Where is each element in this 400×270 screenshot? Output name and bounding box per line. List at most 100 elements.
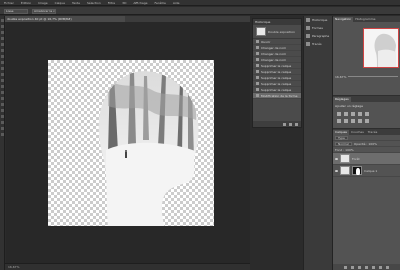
menu-select[interactable]: Sélection xyxy=(87,1,101,5)
panel-history-button[interactable]: Historique xyxy=(304,16,332,24)
layer-row[interactable]: Forêt xyxy=(333,153,400,165)
tab-histogram[interactable]: Histogramme xyxy=(353,17,377,22)
navigator-zoom-value[interactable]: 16,67% xyxy=(335,75,346,79)
tab-paths[interactable]: Tracés xyxy=(366,130,380,135)
gradient-tool-icon[interactable] xyxy=(1,85,4,88)
history-snapshot[interactable]: Double exposition xyxy=(253,25,301,39)
menu-layer[interactable]: Calque xyxy=(55,1,65,5)
brightness-icon[interactable] xyxy=(337,112,341,116)
lasso-tool-icon[interactable] xyxy=(1,31,4,34)
blur-tool-icon[interactable] xyxy=(1,91,4,94)
path-select-tool-icon[interactable] xyxy=(1,115,4,118)
shape-tool-icon[interactable] xyxy=(1,121,4,124)
menu-filter[interactable]: Filtre xyxy=(108,1,115,5)
adjustment-layer-icon[interactable] xyxy=(365,265,368,269)
quick-select-tool-icon[interactable] xyxy=(1,37,4,40)
new-document-from-state-icon[interactable] xyxy=(283,122,286,126)
zoom-slider[interactable] xyxy=(348,76,398,77)
adjustment-buttons xyxy=(333,110,400,125)
opacity-field[interactable]: Opacité : 100% xyxy=(354,142,377,146)
history-item-selected[interactable]: Modification de la forme xyxy=(253,93,301,99)
folder-icon[interactable] xyxy=(372,265,375,269)
crop-tool-icon[interactable] xyxy=(1,43,4,46)
menu-type[interactable]: Texte xyxy=(72,1,80,5)
menu-file[interactable]: Fichier xyxy=(4,1,14,5)
menu-window[interactable]: Fenêtre xyxy=(154,1,165,5)
history-icon xyxy=(306,18,310,22)
eyedropper-tool-icon[interactable] xyxy=(1,49,4,52)
link-icon[interactable] xyxy=(344,265,347,269)
panel-paragraph-button[interactable]: Paragraphe xyxy=(304,32,332,40)
color-balance-icon[interactable] xyxy=(344,119,348,123)
navigator-preview[interactable] xyxy=(363,28,399,68)
blend-mode-select[interactable]: Normal xyxy=(335,141,352,146)
rename-icon xyxy=(256,52,259,55)
history-item-label: Changer de nom xyxy=(261,45,287,50)
open-icon xyxy=(256,40,259,43)
snapshot-thumbnail xyxy=(256,27,266,36)
vibrance-icon[interactable] xyxy=(365,112,369,116)
fx-icon[interactable] xyxy=(351,265,354,269)
menu-edit[interactable]: Édition xyxy=(21,1,31,5)
levels-icon[interactable] xyxy=(344,112,348,116)
layer-mask-thumbnail[interactable] xyxy=(352,166,362,175)
move-tool-icon[interactable] xyxy=(1,19,4,22)
paths-icon xyxy=(306,42,310,46)
tab-adjustments[interactable]: Réglages xyxy=(333,97,351,102)
black-white-icon[interactable] xyxy=(351,119,355,123)
photo-filter-icon[interactable] xyxy=(358,119,362,123)
hue-saturation-icon[interactable] xyxy=(337,119,341,123)
history-brush-tool-icon[interactable] xyxy=(1,73,4,76)
layer-name: Forêt xyxy=(352,156,360,161)
healing-tool-icon[interactable] xyxy=(1,55,4,58)
refine-edge-button[interactable]: Améliorer le contour xyxy=(32,8,56,14)
channel-mixer-icon[interactable] xyxy=(365,119,369,123)
panel-shapes-button[interactable]: Formes xyxy=(304,24,332,32)
tab-navigator[interactable]: Navigation xyxy=(333,17,354,22)
history-item-label: Supprimer le calque xyxy=(261,69,292,74)
stamp-tool-icon[interactable] xyxy=(1,67,4,70)
menu-image[interactable]: Image xyxy=(38,1,47,5)
hand-tool-icon[interactable] xyxy=(1,127,4,130)
document-canvas[interactable] xyxy=(48,60,214,226)
trash-icon[interactable] xyxy=(295,122,298,126)
history-item-label: Supprimer le calque xyxy=(261,63,292,68)
curves-icon[interactable] xyxy=(351,112,355,116)
marquee-tool-icon[interactable] xyxy=(1,25,4,28)
tab-layers[interactable]: Calques xyxy=(333,130,349,135)
history-item-label: Modification de la forme xyxy=(261,93,298,98)
layers-panel: Calques Couches Tracés Type Normal Opaci… xyxy=(333,128,400,270)
new-snapshot-icon[interactable] xyxy=(289,122,292,126)
options-bar: Lisse Améliorer le contour xyxy=(0,7,400,15)
navigator-panel: Navigation Histogramme 16,67% xyxy=(333,16,400,82)
exposure-icon[interactable] xyxy=(358,112,362,116)
layer-kind-select[interactable]: Type xyxy=(335,135,348,140)
trash-icon[interactable] xyxy=(386,265,389,269)
menu-3d[interactable]: 3D xyxy=(122,1,126,5)
layer-row[interactable]: Calque 1 xyxy=(333,165,400,177)
layer-thumbnail xyxy=(340,154,350,163)
panel-paths-button[interactable]: Tracés xyxy=(304,40,332,48)
new-layer-icon[interactable] xyxy=(379,265,382,269)
panel-label: Formes xyxy=(312,26,323,30)
menu-view[interactable]: Affichage xyxy=(133,1,147,5)
menu-help[interactable]: Aide xyxy=(173,1,180,5)
pen-tool-icon[interactable] xyxy=(1,103,4,106)
mode-field[interactable]: Lisse xyxy=(4,8,28,14)
eye-icon[interactable] xyxy=(335,157,338,160)
dodge-tool-icon[interactable] xyxy=(1,97,4,100)
delete-layer-icon xyxy=(256,76,259,79)
fill-field[interactable]: Fond : 100% xyxy=(335,148,354,152)
tab-channels[interactable]: Couches xyxy=(349,130,366,135)
layer-thumbnail xyxy=(340,166,350,175)
navigator-zoom: 16,67% xyxy=(335,74,398,79)
eye-icon[interactable] xyxy=(335,169,338,172)
eraser-tool-icon[interactable] xyxy=(1,79,4,82)
add-mask-icon[interactable] xyxy=(358,265,361,269)
double-exposure-artwork xyxy=(98,71,199,226)
panel-label: Tracés xyxy=(312,42,322,46)
type-tool-icon[interactable] xyxy=(1,109,4,112)
zoom-readout[interactable]: 16,67% xyxy=(8,265,19,269)
zoom-tool-icon[interactable] xyxy=(1,133,4,136)
brush-tool-icon[interactable] xyxy=(1,61,4,64)
